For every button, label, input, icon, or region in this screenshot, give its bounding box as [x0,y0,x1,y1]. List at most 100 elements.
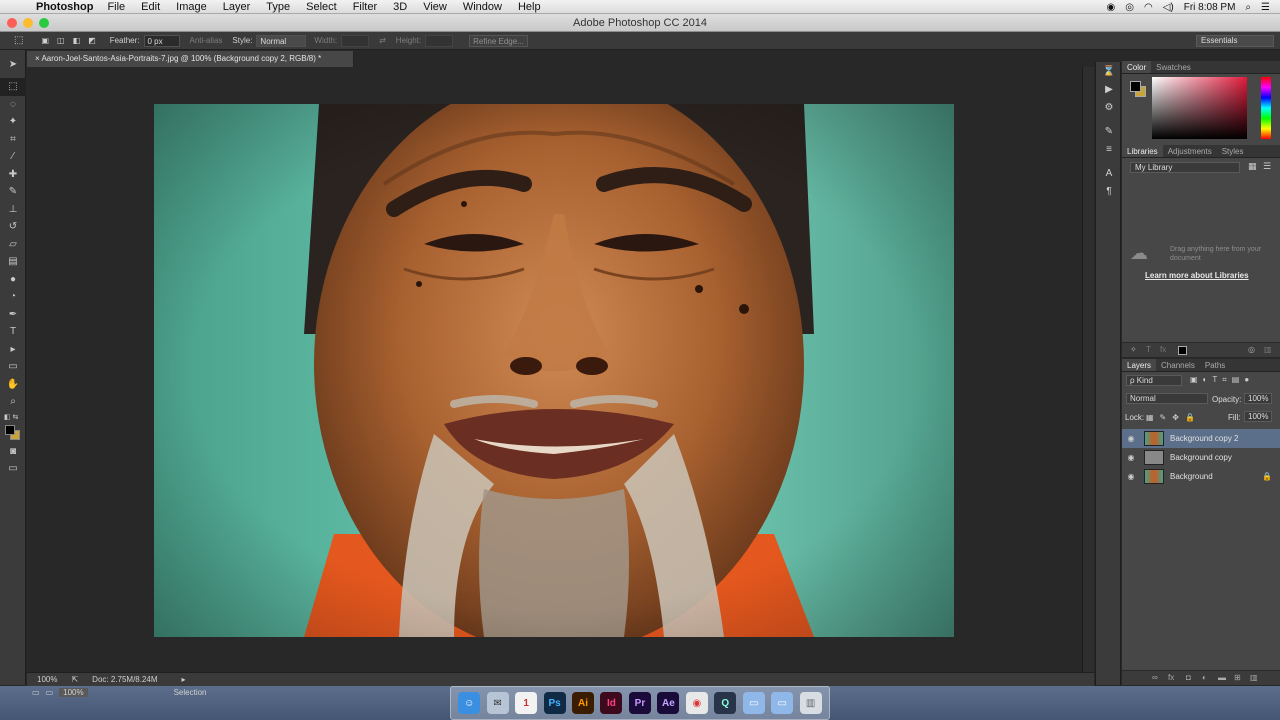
wifi-icon[interactable]: ◠ [1144,2,1153,13]
lasso-tool-icon[interactable]: ◌ [0,96,26,114]
volume-icon[interactable]: ◁) [1163,2,1174,13]
layer-visibility-eye-icon[interactable]: ◉ [1122,472,1140,481]
adjustment-layer-icon[interactable]: ◐ [1202,673,1207,682]
new-group-icon[interactable]: ▬ [1218,673,1226,682]
quicktime-icon[interactable]: Q [714,692,737,714]
illustrator-dock-icon[interactable]: Ai [572,692,595,714]
foreground-color-swatch[interactable] [5,424,15,435]
menu-view[interactable]: View [423,1,447,13]
color-panel-foreground-swatch[interactable] [1130,81,1141,92]
add-mask-icon[interactable]: ◘ [1186,673,1191,682]
character-panel-icon[interactable]: A [1096,164,1122,182]
layer-filter-icons[interactable]: ▣◐T⌗▤● [1190,375,1254,385]
actions-play-icon[interactable]: ▶ [1096,80,1122,98]
library-select[interactable]: My Library [1130,162,1240,173]
document-tab[interactable]: × Aaron-Joel-Santos-Asia-Portraits-7.jpg… [27,51,354,67]
layer-row-background-copy[interactable]: ◉ Background copy [1122,448,1280,467]
after-effects-dock-icon[interactable]: Ae [657,692,680,714]
menu-type[interactable]: Type [266,1,290,13]
tab-adjustments[interactable]: Adjustments [1163,145,1217,157]
brush-presets-icon[interactable]: ≡ [1096,140,1122,158]
layer-kind-filter[interactable]: ρ Kind [1126,375,1182,386]
tab-styles[interactable]: Styles [1217,145,1249,157]
add-graphic-icon[interactable]: ✧ [1130,345,1137,354]
bottom-zoom-field[interactable]: 100% [59,688,88,697]
width-input[interactable] [341,34,370,47]
height-input[interactable] [425,34,454,47]
calendar-icon[interactable]: 1 [515,692,538,714]
properties-panel-icon[interactable]: ⚙ [1096,98,1122,116]
delete-layer-icon[interactable]: ▥ [1250,673,1258,682]
photoshop-dock-icon[interactable]: Ps [543,692,566,714]
gradient-tool-icon[interactable]: ▤ [0,253,26,271]
feather-input[interactable]: 0 px [143,34,180,47]
clock[interactable]: Fri 8:08 PM [1184,2,1236,13]
spotlight-icon[interactable]: ⌕ [1245,2,1251,13]
menu-select[interactable]: Select [306,1,337,13]
layer-row-background[interactable]: ◉ Background 🔒 [1122,467,1280,486]
marquee-tool-preset-icon[interactable]: ⬚ [14,35,23,46]
portrait-photo[interactable] [154,104,954,637]
eraser-tool-icon[interactable]: ▱ [0,236,26,254]
menu-file[interactable]: File [107,1,125,13]
type-tool-icon[interactable]: T [0,323,26,341]
rectangular-marquee-tool-icon[interactable]: ⬚ [0,78,26,96]
tab-libraries[interactable]: Libraries [1122,145,1163,157]
history-brush-tool-icon[interactable]: ↺ [0,218,26,236]
menu-window[interactable]: Window [463,1,502,13]
add-selection-icon[interactable]: ◫ [57,36,65,45]
grid-view-icon[interactable]: ▦ [1248,161,1257,172]
layer-row-background-copy-2[interactable]: ◉ Background copy 2 [1122,429,1280,448]
layer-visibility-eye-icon[interactable]: ◉ [1122,434,1140,443]
vertical-scrollbar[interactable] [1082,67,1094,672]
blur-tool-icon[interactable]: ● [0,271,26,289]
clone-stamp-tool-icon[interactable]: ⊥ [0,201,26,219]
add-character-style-icon[interactable]: T [1146,345,1151,354]
zoom-window-button[interactable] [39,18,49,28]
path-selection-tool-icon[interactable]: ▸ [0,341,26,359]
sync-icon[interactable]: ◎ [1125,2,1134,13]
tab-layers[interactable]: Layers [1122,359,1157,371]
menu-layer[interactable]: Layer [223,1,251,13]
link-layers-icon[interactable]: ∞ [1152,673,1158,682]
menu-filter[interactable]: Filter [353,1,377,13]
healing-brush-tool-icon[interactable]: ✚ [0,166,26,184]
notification-center-icon[interactable]: ☰ [1261,2,1270,13]
status-export-icon[interactable]: ⇱ [71,675,78,684]
delete-library-item-icon[interactable]: ▥ [1264,345,1272,354]
tab-color[interactable]: Color [1122,61,1152,73]
record-icon[interactable]: ◉ [1107,2,1116,13]
color-spectrum-picker[interactable] [1152,77,1247,139]
zoom-out-icon[interactable]: ▭ [32,688,40,697]
brush-panel-icon[interactable]: ✎ [1096,122,1122,140]
learn-more-libraries-link[interactable]: Learn more about Libraries [1145,271,1249,280]
zoom-tool-icon[interactable]: ⌕ [0,393,26,411]
move-tool-icon[interactable]: ➤ [0,50,26,78]
close-document-icon[interactable]: × [35,54,40,63]
sync-library-icon[interactable]: ◎ [1248,345,1255,354]
tab-swatches[interactable]: Swatches [1151,61,1196,73]
lock-icons[interactable]: ▦✎✥🔒 [1146,413,1201,422]
quick-mask-icon[interactable]: ◙ [0,443,26,461]
intersect-selection-icon[interactable]: ◩ [88,36,96,45]
quick-selection-tool-icon[interactable]: ✦ [0,113,26,131]
crop-tool-icon[interactable]: ⌗ [0,131,26,149]
default-colors-icon[interactable]: ◧ ⇆ [0,411,26,423]
subtract-selection-icon[interactable]: ◧ [73,36,81,45]
pen-tool-icon[interactable]: ✒ [0,306,26,324]
menu-edit[interactable]: Edit [141,1,160,13]
tab-channels[interactable]: Channels [1156,359,1200,371]
app-menu-photoshop[interactable]: Photoshop [36,1,93,13]
finder-icon[interactable]: ☺ [458,692,481,714]
hue-slider[interactable] [1261,77,1271,139]
hand-tool-icon[interactable]: ✋ [0,376,26,394]
menu-help[interactable]: Help [518,1,541,13]
premiere-dock-icon[interactable]: Pr [628,692,651,714]
add-layer-style-fx-icon[interactable]: fx [1168,673,1174,682]
status-menu-arrow-icon[interactable]: ▸ [182,675,186,684]
tab-paths[interactable]: Paths [1200,359,1230,371]
add-color-icon[interactable] [1178,346,1187,355]
new-layer-icon[interactable]: ⊞ [1234,673,1241,682]
layer-visibility-eye-icon[interactable]: ◉ [1122,453,1140,462]
preview-icon[interactable]: ✉ [486,692,509,714]
